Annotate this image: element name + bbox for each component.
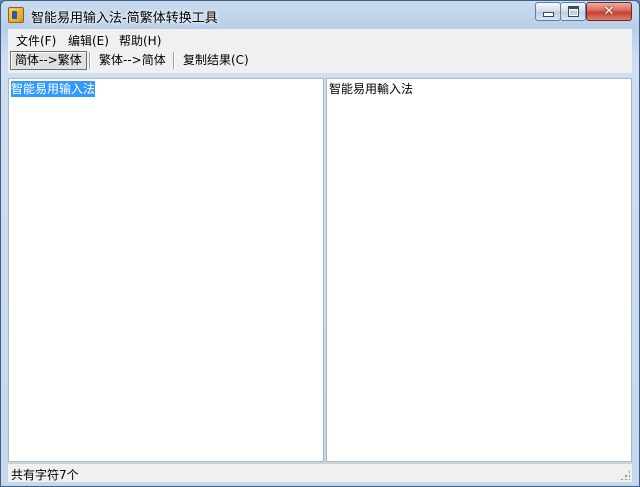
result-text: 智能易用輸入法 xyxy=(329,82,414,96)
minimize-icon xyxy=(542,12,554,17)
menu-edit[interactable]: 编辑(E) xyxy=(68,32,109,49)
character-count-status: 共有字符7个 xyxy=(11,468,79,482)
source-text-area[interactable]: 智能易用输入法 xyxy=(8,78,324,462)
resize-grip-icon[interactable] xyxy=(620,470,630,480)
menu-bar: 文件(F) 编辑(E) 帮助(H) xyxy=(8,29,632,50)
close-button[interactable]: ✕ xyxy=(586,2,632,21)
toolbar-separator xyxy=(89,52,91,69)
copy-result-button[interactable]: 复制结果(C) xyxy=(178,51,254,70)
menu-file[interactable]: 文件(F) xyxy=(16,32,56,49)
menu-help[interactable]: 帮助(H) xyxy=(119,32,161,49)
toolbar: 简体-->繁体 繁体-->简体 复制结果(C) xyxy=(8,49,632,73)
window-title: 智能易用输入法-简繁体转换工具 xyxy=(31,11,218,26)
toolbar-separator xyxy=(173,52,175,69)
app-icon xyxy=(8,7,24,23)
minimize-button[interactable] xyxy=(535,2,561,21)
title-bar[interactable]: 智能易用输入法-简繁体转换工具 ✕ xyxy=(1,1,639,29)
maximize-button[interactable] xyxy=(560,2,586,21)
traditional-to-simplified-button[interactable]: 繁体-->简体 xyxy=(94,51,171,70)
simplified-to-traditional-button[interactable]: 简体-->繁体 xyxy=(10,51,87,70)
status-bar: 共有字符7个 xyxy=(8,463,632,482)
close-icon: ✕ xyxy=(603,4,615,19)
app-window: 智能易用输入法-简繁体转换工具 ✕ 文件(F) 编辑(E) 帮助(H) 简体--… xyxy=(0,0,640,487)
maximize-icon xyxy=(567,6,579,17)
result-text-area[interactable]: 智能易用輸入法 xyxy=(326,78,632,462)
source-text: 智能易用输入法 xyxy=(11,81,96,97)
